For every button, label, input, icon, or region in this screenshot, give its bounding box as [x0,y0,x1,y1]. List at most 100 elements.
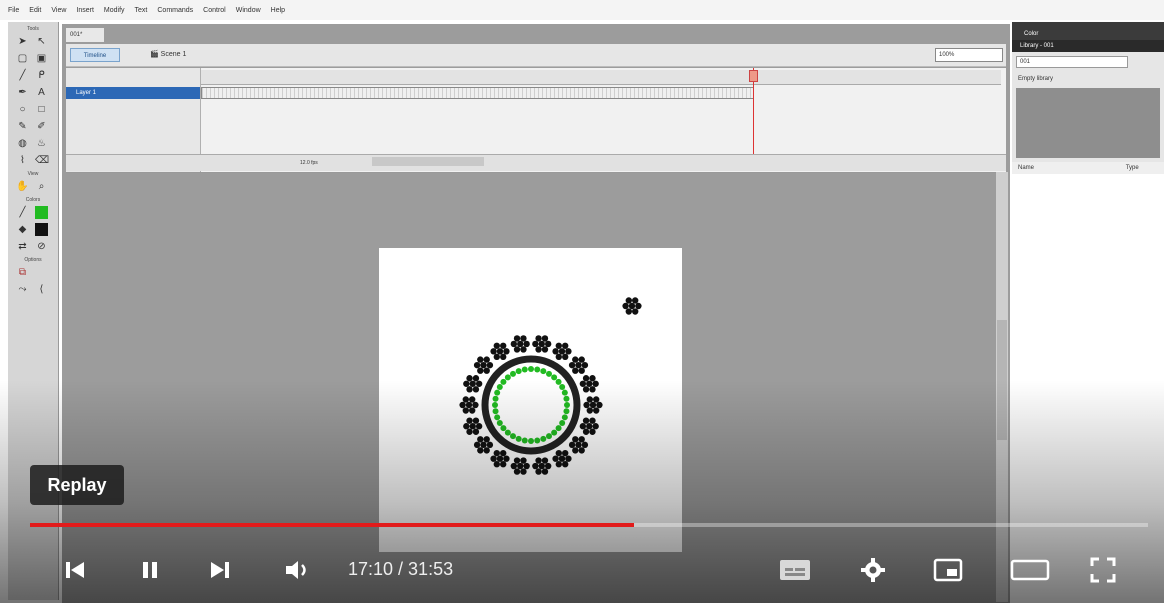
flower-petal [541,346,549,353]
no-color-icon[interactable]: ⊘ [35,240,48,253]
flower-petal [477,356,484,363]
flower-petal [572,356,579,363]
flower-petal [541,457,549,464]
settings-icon[interactable] [850,545,895,595]
ink-bottle-icon[interactable]: ◍ [16,137,29,150]
color-panel-header[interactable]: Color [1012,22,1164,42]
eraser-icon[interactable]: ⌫ [35,154,49,167]
flower-petal [510,340,518,348]
menu-view[interactable]: View [51,7,66,14]
zoom-tool-icon[interactable]: ⌕ [35,180,48,193]
miniplayer-icon[interactable] [925,545,970,595]
menu-modify[interactable]: Modify [104,7,125,14]
flower-petal [562,342,569,349]
free-transform-icon[interactable]: ▢ [16,52,29,65]
flower-center [586,423,593,430]
flower-petal [469,396,476,403]
menu-insert[interactable]: Insert [76,7,94,14]
player-controls: 17:10 / 31:53 [0,545,1164,595]
fill-bucket-icon[interactable]: ◆ [16,223,29,236]
text-tool-icon[interactable]: A [35,86,48,99]
timeline-scrollbar[interactable] [372,157,484,166]
volume-icon[interactable] [275,545,320,595]
lasso-tool-icon[interactable]: ᑭ [35,69,48,82]
green-dot [546,433,552,440]
progress-played [30,523,634,527]
col-name[interactable]: Name [1018,165,1034,171]
flower-petal [483,367,490,374]
green-dot [528,438,534,444]
flower-petal [622,302,629,310]
hand-tool-icon[interactable]: ✋ [16,180,29,193]
eyedropper-icon[interactable]: ⌇ [16,154,29,167]
pencil-tool-icon[interactable]: ✎ [16,120,29,133]
swap-colors-icon[interactable]: ⇄ [16,240,29,253]
flower-petal [562,461,569,468]
frame-ruler[interactable] [201,70,1001,85]
menu-edit[interactable]: Edit [29,7,41,14]
rect-tool-icon[interactable]: □ [35,103,48,116]
flower-petal [572,367,579,374]
flower-petal [578,356,585,363]
theater-icon[interactable] [1005,545,1055,595]
flower-petal [493,449,500,457]
col-type[interactable]: Type [1126,165,1139,171]
playhead[interactable] [749,70,758,82]
green-dot [534,437,541,444]
subselect-tool-icon[interactable]: ↖ [35,35,48,48]
fullscreen-icon[interactable] [1080,545,1125,595]
flower-petal [535,335,542,342]
paint-bucket-icon[interactable]: ♨ [35,137,48,150]
skip-next-icon[interactable] [200,545,240,595]
pen-tool-icon[interactable]: ✒ [16,86,29,99]
edit-bar [66,44,1006,67]
scene-label[interactable]: 🎬 Scene 1 [150,48,186,62]
options-label: Options [24,257,42,263]
flower-petal [592,380,599,387]
brush-tool-icon[interactable]: ✐ [35,120,48,133]
stage[interactable] [379,248,682,552]
layer-name: Layer 1 [76,90,97,96]
smooth-icon[interactable]: ⤳ [16,283,29,296]
menu-text[interactable]: Text [135,7,148,14]
stroke-color-icon[interactable]: ╱ [16,206,29,219]
flower-petal [586,396,593,403]
skip-back-icon[interactable] [55,545,95,595]
menu-control[interactable]: Control [203,7,226,14]
flower-petal [462,396,469,403]
document-tab[interactable]: 001* [66,28,104,42]
fill-color-swatch[interactable] [35,206,48,219]
subtitles-icon[interactable] [770,545,820,595]
library-select[interactable]: 001 [1016,56,1128,68]
green-dot [494,414,501,421]
snap-magnet-icon[interactable]: ⧉ [16,266,29,279]
flower-petal [535,346,542,353]
pause-icon[interactable] [130,545,170,595]
flower-petal [578,367,585,374]
flower-center [469,380,476,387]
line-tool-icon[interactable]: ╱ [16,69,29,82]
gradient-tool-icon[interactable]: ▣ [35,52,48,65]
oval-tool-icon[interactable]: ○ [16,103,29,116]
flower-petal [477,447,484,454]
stage-vscroll-thumb[interactable] [997,320,1007,440]
flower-petal [555,353,562,361]
menu-window[interactable]: Window [236,7,261,14]
flower-petal [552,455,559,462]
flower-petal [500,342,507,349]
zoom-select[interactable]: 100% [935,48,1003,62]
library-tab[interactable]: Library - 001 [1012,40,1164,52]
layer-frames[interactable] [201,87,754,99]
flower-petal [572,447,579,454]
menu-commands[interactable]: Commands [157,7,193,14]
black-swatch[interactable] [35,223,48,236]
timeline-button[interactable]: Timeline [70,48,120,62]
menu-file[interactable]: File [8,7,19,14]
arrow-tool-icon[interactable]: ➤ [16,35,29,48]
flower-petal [475,423,483,430]
straighten-icon[interactable]: ⟨ [35,283,48,296]
menu-help[interactable]: Help [271,7,285,14]
flower-petal [593,407,600,414]
flower-petal [579,423,587,430]
layer-row[interactable]: Layer 1 [66,87,200,99]
